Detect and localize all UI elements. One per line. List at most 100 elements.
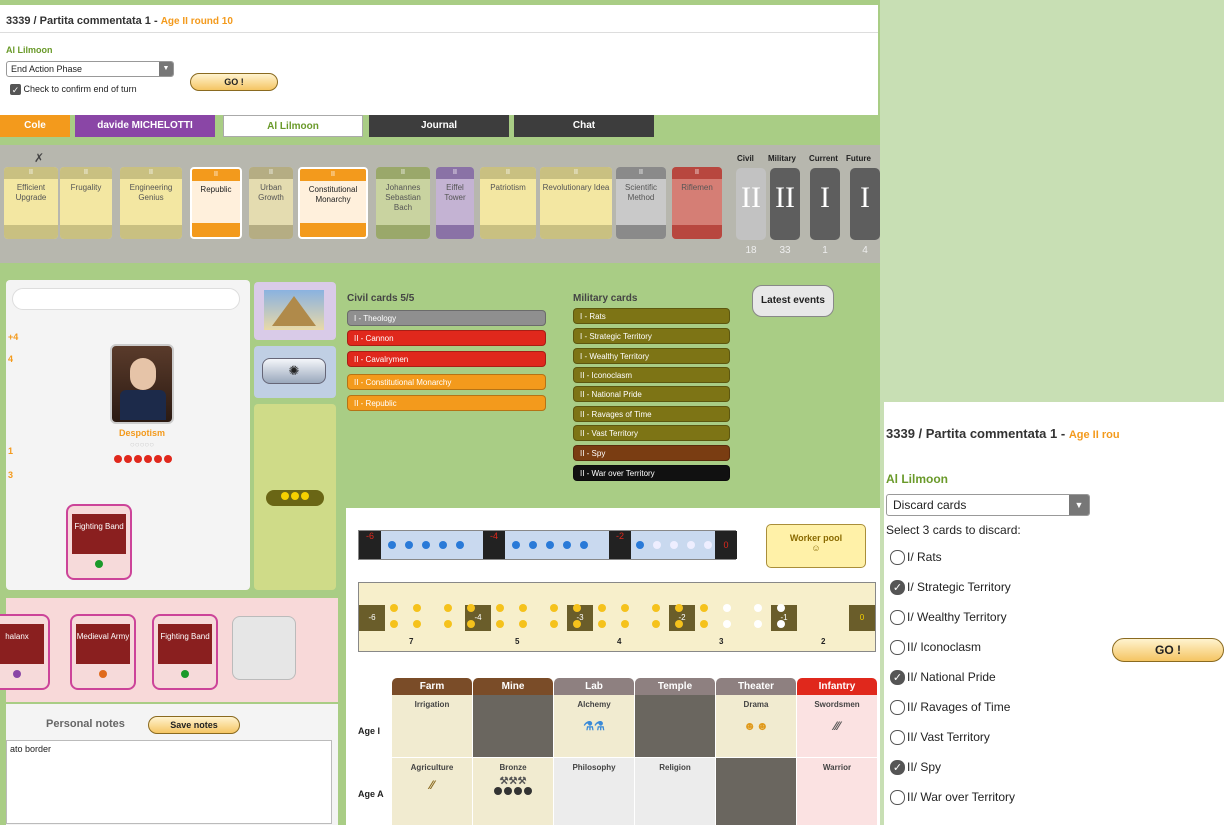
discard-option[interactable]: II/ Ravages of Time (890, 700, 1011, 716)
unit-fighting-band[interactable]: Fighting Band (152, 614, 218, 690)
unit-medieval-army[interactable]: Medieval Army (70, 614, 136, 690)
confirm-label: Check to confirm end of turn (23, 84, 137, 94)
farm-header: Farm (392, 678, 472, 695)
discard-option[interactable]: ✓ II/ Spy (890, 760, 942, 776)
card-johannes-sebastian-bach[interactable]: II Johannes Sebastian Bach (376, 167, 430, 239)
civil-card[interactable]: II - Cavalrymen (347, 351, 546, 367)
discard-checkbox[interactable]: ✓ (890, 760, 905, 776)
building-warrior[interactable]: Warrior (797, 758, 877, 825)
fighting-band-card[interactable]: Fighting Band (66, 504, 132, 580)
save-notes-button[interactable]: Save notes (148, 716, 240, 734)
cannon-slot[interactable]: ✺ (254, 346, 336, 398)
discard-select-value: Discard cards (893, 498, 967, 512)
leader-portrait[interactable] (110, 344, 174, 424)
discard-checkbox[interactable] (890, 610, 905, 626)
discard-option-label: II/ Ravages of Time (907, 700, 1011, 714)
discard-option[interactable]: II/ Iconoclasm (890, 640, 981, 656)
discard-checkbox[interactable]: ✓ (890, 580, 905, 596)
stone-tokens (473, 787, 553, 797)
card-scientific-method[interactable]: II Scientific Method (616, 167, 666, 239)
tab-journal[interactable]: Journal (369, 115, 509, 137)
card-age: II (672, 167, 722, 179)
discard-option[interactable]: I/ Rats (890, 550, 942, 566)
bank-cell-c: -2 (609, 531, 631, 559)
latest-events-button[interactable]: Latest events (752, 285, 834, 317)
building-philosophy[interactable]: Philosophy (554, 758, 634, 825)
tab-cole[interactable]: Cole (0, 115, 70, 137)
discard-option-label: II/ Spy (907, 760, 942, 774)
row-count-3: 4 (617, 637, 622, 646)
deck-military[interactable]: II (770, 168, 800, 240)
leader-search[interactable] (12, 288, 240, 310)
building-swordsmen[interactable]: Swordsmen ⁄⁄⁄ (797, 695, 877, 757)
building-religion[interactable]: Religion (635, 758, 715, 825)
unit-phalanx[interactable]: halanx (0, 614, 50, 690)
discard-go-button[interactable]: GO ! (1112, 638, 1224, 662)
deck-current[interactable]: I (810, 168, 840, 240)
card-constitutional-monarchy[interactable]: II Constitutional Monarchy (298, 167, 368, 239)
blue-tokens-3 (635, 540, 713, 552)
card-patriotism[interactable]: II Patriotism (480, 167, 536, 239)
tab-al-lilmoon[interactable]: Al Lilmoon (223, 115, 363, 137)
building-empty (635, 695, 715, 757)
worker-pool[interactable]: Worker pool ☺ (766, 524, 866, 568)
military-cards-title: Military cards (573, 293, 638, 304)
card-efficient-upgrade[interactable]: II Efficient Upgrade (4, 167, 58, 239)
military-card[interactable]: II - National Pride (573, 386, 730, 402)
civil-card[interactable]: II - Republic (347, 395, 546, 411)
confirm-checkbox[interactable]: ✓ (10, 84, 21, 96)
card-eiffel-tower[interactable]: II Eiffel Tower (436, 167, 474, 239)
civil-card[interactable]: II - Cannon (347, 330, 546, 346)
discard-checkbox[interactable] (890, 730, 905, 746)
military-card[interactable]: I - Strategic Territory (573, 328, 730, 344)
left-num-2: 4 (8, 354, 14, 364)
portrait-coat (120, 390, 166, 420)
notes-textarea[interactable]: ato border (6, 740, 332, 824)
discard-option[interactable]: II/ War over Territory (890, 790, 1015, 806)
leader-panel: +4 4 1 3 Despotism ○○○○○ Fighting Band (6, 280, 250, 590)
discard-option[interactable]: ✓ II/ National Pride (890, 670, 996, 686)
military-card[interactable]: II - Spy (573, 445, 730, 461)
military-card[interactable]: II - Vast Territory (573, 425, 730, 441)
tab-davide[interactable]: davide MICHELOTTI (75, 115, 215, 137)
building-bronze[interactable]: Bronze ⚒⚒⚒ (473, 758, 553, 825)
building-drama[interactable]: Drama ☻☻ (716, 695, 796, 757)
military-card[interactable]: II - War over Territory (573, 465, 730, 481)
discard-option[interactable]: ✓ I/ Strategic Territory (890, 580, 1011, 596)
theater-header: Theater (716, 678, 796, 695)
wonder-slot[interactable] (254, 282, 336, 340)
discard-checkbox[interactable] (890, 550, 905, 566)
civil-card[interactable]: I - Theology (347, 310, 546, 326)
deck-civil[interactable]: II (736, 168, 766, 240)
military-card[interactable]: I - Wealthy Territory (573, 348, 730, 364)
yellow-tokens[interactable] (266, 490, 324, 506)
discard-option[interactable]: II/ Vast Territory (890, 730, 990, 746)
card-footer (120, 225, 182, 239)
card-riflemen[interactable]: II Riflemen (672, 167, 722, 239)
card-revolutionary-idea[interactable]: II Revolutionary Idea (540, 167, 612, 239)
go-button[interactable]: GO ! (190, 73, 278, 91)
empty-unit-slot[interactable] (232, 616, 296, 680)
card-urban-growth[interactable]: II Urban Growth (249, 167, 293, 239)
discard-checkbox[interactable]: ✓ (890, 670, 905, 686)
building-irrigation[interactable]: Irrigation (392, 695, 472, 757)
card-republic[interactable]: II Republic (190, 167, 242, 239)
discard-select[interactable]: Discard cards ▼ (886, 494, 1090, 516)
civil-card[interactable]: II - Constitutional Monarchy (347, 374, 546, 390)
card-engineering-genius[interactable]: II Engineering Genius (120, 167, 182, 239)
tab-chat[interactable]: Chat (514, 115, 654, 137)
discard-checkbox[interactable] (890, 790, 905, 806)
building-alchemy[interactable]: Alchemy ⚗⚗ (554, 695, 634, 757)
discard-option[interactable]: I/ Wealthy Territory (890, 610, 1007, 626)
deck-future[interactable]: I (850, 168, 880, 240)
military-card[interactable]: I - Rats (573, 308, 730, 324)
building-agriculture[interactable]: Agriculture ⁄⁄ (392, 758, 472, 825)
discard-checkbox[interactable] (890, 640, 905, 656)
military-card[interactable]: II - Ravages of Time (573, 406, 730, 422)
action-select[interactable]: End Action Phase ▼ (6, 61, 174, 77)
military-card[interactable]: II - Iconoclasm (573, 367, 730, 383)
discard-checkbox[interactable] (890, 700, 905, 716)
card-name: Republic (200, 185, 232, 194)
card-frugality[interactable]: II Frugality (60, 167, 112, 239)
close-icon[interactable]: ✗ (34, 151, 44, 165)
